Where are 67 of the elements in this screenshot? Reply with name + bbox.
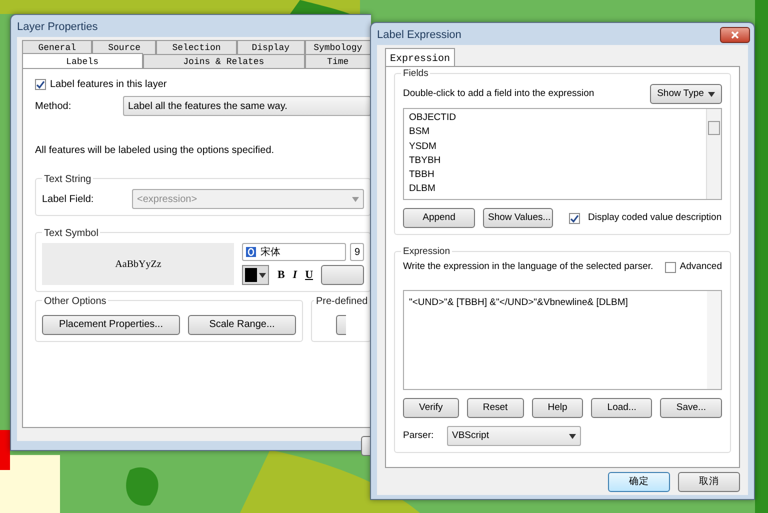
expression-button[interactable]: Reset [466, 398, 524, 418]
checkbox-label: Advanced [680, 260, 722, 274]
expression-button[interactable]: Load... [591, 398, 652, 418]
group-title: Text Symbol [42, 226, 100, 241]
placement-properties-button[interactable]: Placement Properties... [42, 315, 180, 335]
tab[interactable]: Joins & Relates [142, 54, 305, 68]
show-type-button[interactable]: Show Type [650, 84, 722, 104]
group-title: Other Options [42, 294, 108, 309]
expression-button[interactable]: Save... [660, 398, 722, 418]
caret-icon [569, 434, 576, 439]
field-item[interactable]: OBJECTID [409, 111, 456, 126]
tab[interactable]: Selection [156, 40, 237, 54]
group-title: Text String [42, 172, 94, 187]
append-button[interactable]: Append [403, 208, 475, 228]
window-title: Label Expression [376, 28, 462, 43]
checkbox-label: Display coded value description [588, 210, 722, 225]
field-label: Method: [35, 100, 72, 114]
underline-button[interactable]: U [305, 266, 314, 284]
ok-button[interactable]: 确定 [608, 472, 670, 492]
field-item[interactable]: YSDM [409, 140, 436, 154]
field-item[interactable]: BSM [409, 125, 430, 140]
window-title: Layer Properties [16, 20, 99, 35]
color-picker[interactable] [242, 265, 270, 285]
checkbox[interactable] [569, 212, 580, 224]
expression-button[interactable]: Help [532, 398, 584, 418]
checkbox-label: Label features in this layer [50, 78, 167, 92]
show-values-button[interactable]: Show Values... [483, 208, 553, 228]
size-field[interactable]: 9 [350, 243, 364, 261]
tab[interactable]: Source [92, 40, 156, 54]
symbol-button[interactable] [321, 265, 364, 285]
tab[interactable]: General [22, 40, 92, 54]
checkbox[interactable] [664, 262, 676, 273]
field-label: Parser: [403, 429, 435, 444]
tab[interactable]: Labels [22, 53, 143, 68]
field-item[interactable]: TBBH [409, 168, 434, 182]
check-icon [36, 80, 45, 89]
field-label: Label Field: [42, 192, 95, 206]
cancel-button[interactable]: 取消 [678, 472, 740, 492]
checkbox[interactable] [35, 79, 46, 90]
info-text: All features will be labeled using the options specified. [35, 144, 276, 158]
caret-icon [708, 92, 715, 96]
close-button[interactable] [720, 27, 750, 43]
tab[interactable]: Symbology [304, 40, 371, 54]
partial-button[interactable] [361, 436, 371, 456]
hint-text: Write the expression in the language of the selected parser. [403, 260, 654, 274]
italic-button[interactable]: I [292, 266, 298, 284]
expression-button[interactable]: Verify [403, 398, 459, 418]
caret-icon [352, 196, 359, 202]
caret-icon [259, 272, 266, 278]
tab[interactable]: Time [304, 54, 371, 68]
partial-button[interactable] [336, 315, 346, 335]
tab[interactable]: Display [236, 40, 305, 54]
expression-field[interactable]: "<UND>"& [TBBH] &"</UND>"&Vbnewline& [DLBM] [403, 290, 722, 390]
check-icon [570, 214, 579, 222]
font-dropdown[interactable]: 宋体 [242, 243, 346, 261]
field-item[interactable]: TBYBH [409, 154, 441, 168]
hint-text: Double-click to add a field into the expression [403, 86, 594, 101]
scale-range-button[interactable]: Scale Range... [188, 315, 296, 335]
parser-dropdown[interactable]: VBScript [447, 426, 581, 446]
method-dropdown[interactable]: Label all the features the same way. [123, 96, 371, 116]
scrollbar[interactable] [706, 109, 721, 199]
font-icon [246, 247, 256, 257]
close-icon [731, 31, 739, 39]
bold-button[interactable]: B [277, 266, 285, 284]
field-item[interactable]: DLBM [409, 182, 436, 197]
tab[interactable]: Expression [385, 48, 456, 66]
symbol-preview: AaBbYyZz [42, 243, 234, 285]
